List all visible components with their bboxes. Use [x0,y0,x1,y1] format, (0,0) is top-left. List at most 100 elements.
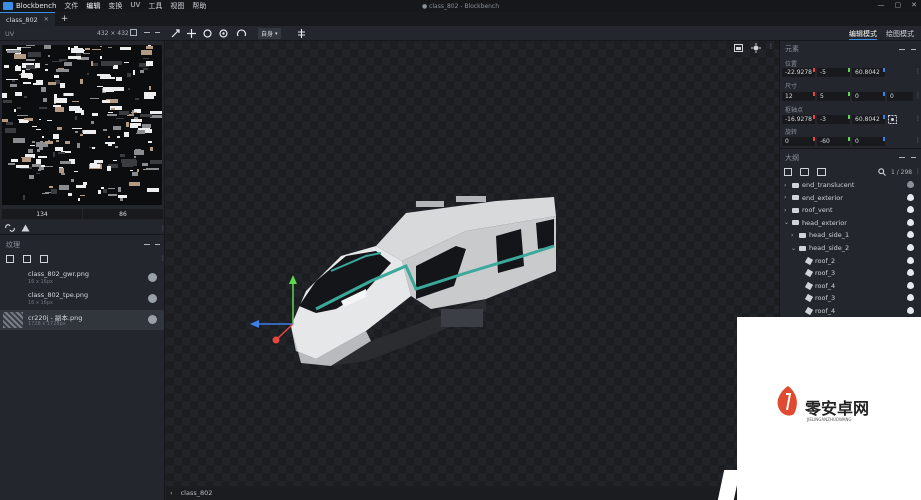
pivot-x-field[interactable]: -16.9278 [782,115,815,124]
watermark-subtitle: JIELINGANZHUOWANG [807,417,852,422]
menu-uv[interactable]: UV [126,1,144,11]
pivot-tool-icon[interactable] [218,28,229,39]
chevron-down-icon[interactable]: ⌄ [784,219,791,226]
outliner-item[interactable]: › end_translucent [780,179,920,191]
uv-u-field[interactable]: 134 [2,209,82,219]
check-icon[interactable] [148,294,157,303]
outliner-item[interactable]: › end_exterior [780,192,920,204]
size-y-field[interactable]: 5 [817,92,850,101]
triangle-icon[interactable] [21,224,30,232]
texture-item-selected[interactable]: cr220j - 副本.png 1728 x 1728px [0,310,164,330]
chevron-right-icon[interactable]: › [784,182,791,189]
outliner-item[interactable]: roof_4 [780,305,920,317]
uv-v-field[interactable]: 86 [83,209,163,219]
eye-icon[interactable] [907,231,914,239]
tab-class-802[interactable]: class_802 ✕ [0,12,55,26]
outliner-item[interactable]: roof_3 [780,267,920,279]
uv-collapse-icon[interactable] [155,32,160,33]
textures-menu-icon[interactable] [144,244,150,245]
menu-tools[interactable]: 工具 [144,1,166,11]
menu-help[interactable]: 帮助 [188,1,210,11]
menu-edit[interactable]: 编辑 [82,1,104,11]
eye-slash-icon[interactable] [907,181,914,188]
size-more-icon[interactable]: ⋮ [915,92,921,99]
eye-icon[interactable] [907,244,914,251]
chevron-right-icon[interactable]: › [784,194,791,201]
element-collapse-icon[interactable] [911,49,916,50]
menu-view[interactable]: 视图 [166,1,188,11]
import-texture-icon[interactable] [6,255,14,263]
outliner-item[interactable]: ⌄ head_exterior [780,217,920,229]
size-x-field[interactable]: 12 [782,92,815,101]
add-cube-icon[interactable] [784,168,792,176]
check-icon[interactable] [148,273,157,282]
element-menu-icon[interactable] [899,49,905,50]
chevron-down-icon[interactable]: ⌄ [791,245,798,252]
transform-space-select[interactable]: 自身 ▾ [258,28,281,39]
outliner-item[interactable]: ⌄ head_side_2 [780,242,920,254]
mirror-icon[interactable] [296,28,307,39]
uv-menu-icon[interactable] [144,32,150,33]
outliner-more-icon[interactable]: ⋮ [915,168,921,175]
paint-mode-tab[interactable]: 绘图模式 [886,29,914,39]
eye-icon[interactable] [907,193,914,201]
add-group-icon[interactable] [800,168,809,176]
minimize-button[interactable]: — [878,1,885,9]
close-window-button[interactable]: ✕ [911,1,917,9]
outliner-collapse-icon[interactable] [911,157,916,158]
uv-texture-canvas[interactable] [2,45,162,205]
3d-viewport[interactable]: ⋮ [166,41,779,486]
edit-mode-tab[interactable]: 编辑模式 [849,29,877,40]
inflate-field[interactable]: 0 [887,92,913,101]
rotation-more-icon[interactable]: ⋮ [915,137,921,144]
vertex-snap-icon[interactable] [236,28,247,39]
position-x-field[interactable]: -22.9278 [782,68,815,77]
sidebar-toggle-icon[interactable]: ‹ [170,489,173,497]
pivot-more-icon[interactable]: ⋮ [915,115,921,122]
new-tab-button[interactable]: + [61,14,69,24]
save-texture-icon[interactable] [40,255,48,263]
create-texture-icon[interactable] [23,255,31,263]
eye-icon[interactable] [907,307,914,314]
rotation-y-field[interactable]: -60 [817,137,850,146]
eye-icon[interactable] [907,218,914,226]
pivot-z-field[interactable]: 60.8042 [852,115,885,124]
outliner-item[interactable]: › head_side_1 [780,229,920,241]
outliner-menu-icon[interactable] [899,157,905,158]
rotate-tool-icon[interactable] [202,28,213,39]
eye-icon[interactable] [907,256,914,264]
chevron-right-icon[interactable]: › [784,207,791,214]
translate-tool-icon[interactable] [186,28,197,39]
eye-icon[interactable] [907,269,914,277]
train-model[interactable] [166,41,779,486]
texture-item[interactable]: class_802_tpe.png 16 x 16px [0,289,164,309]
tab-close-icon[interactable]: ✕ [44,16,49,23]
collapse-all-icon[interactable] [817,168,826,176]
rotation-x-field[interactable]: 0 [782,137,815,146]
outliner-item[interactable]: › roof_vent [780,204,920,216]
outliner-item[interactable]: roof_3 [780,292,920,304]
maximize-button[interactable]: ▢ [895,1,902,9]
eye-icon[interactable] [907,281,914,289]
position-more-icon[interactable]: ⋮ [915,68,921,75]
position-z-field[interactable]: 60.8042 [852,68,885,77]
check-icon[interactable] [148,315,157,324]
chevron-right-icon[interactable]: › [791,232,798,239]
eye-icon[interactable] [907,294,914,302]
search-icon[interactable] [878,168,886,176]
menu-transform[interactable]: 变换 [104,1,126,11]
outliner-item[interactable]: roof_4 [780,280,920,292]
menu-file[interactable]: 文件 [60,1,82,11]
pivot-y-field[interactable]: -3 [817,115,850,124]
move-tool-icon[interactable] [170,28,181,39]
center-pivot-icon[interactable] [888,115,897,124]
textures-collapse-icon[interactable] [155,244,160,245]
position-y-field[interactable]: -5 [817,68,850,77]
texture-item[interactable]: class_802_gwr.png 16 x 16px [0,268,164,288]
rotation-z-field[interactable]: 0 [852,137,885,146]
link-icon[interactable] [5,224,15,232]
uv-grid-icon[interactable] [130,29,137,36]
eye-icon[interactable] [907,206,914,214]
size-z-field[interactable]: 0 [852,92,885,101]
outliner-item[interactable]: roof_2 [780,255,920,267]
